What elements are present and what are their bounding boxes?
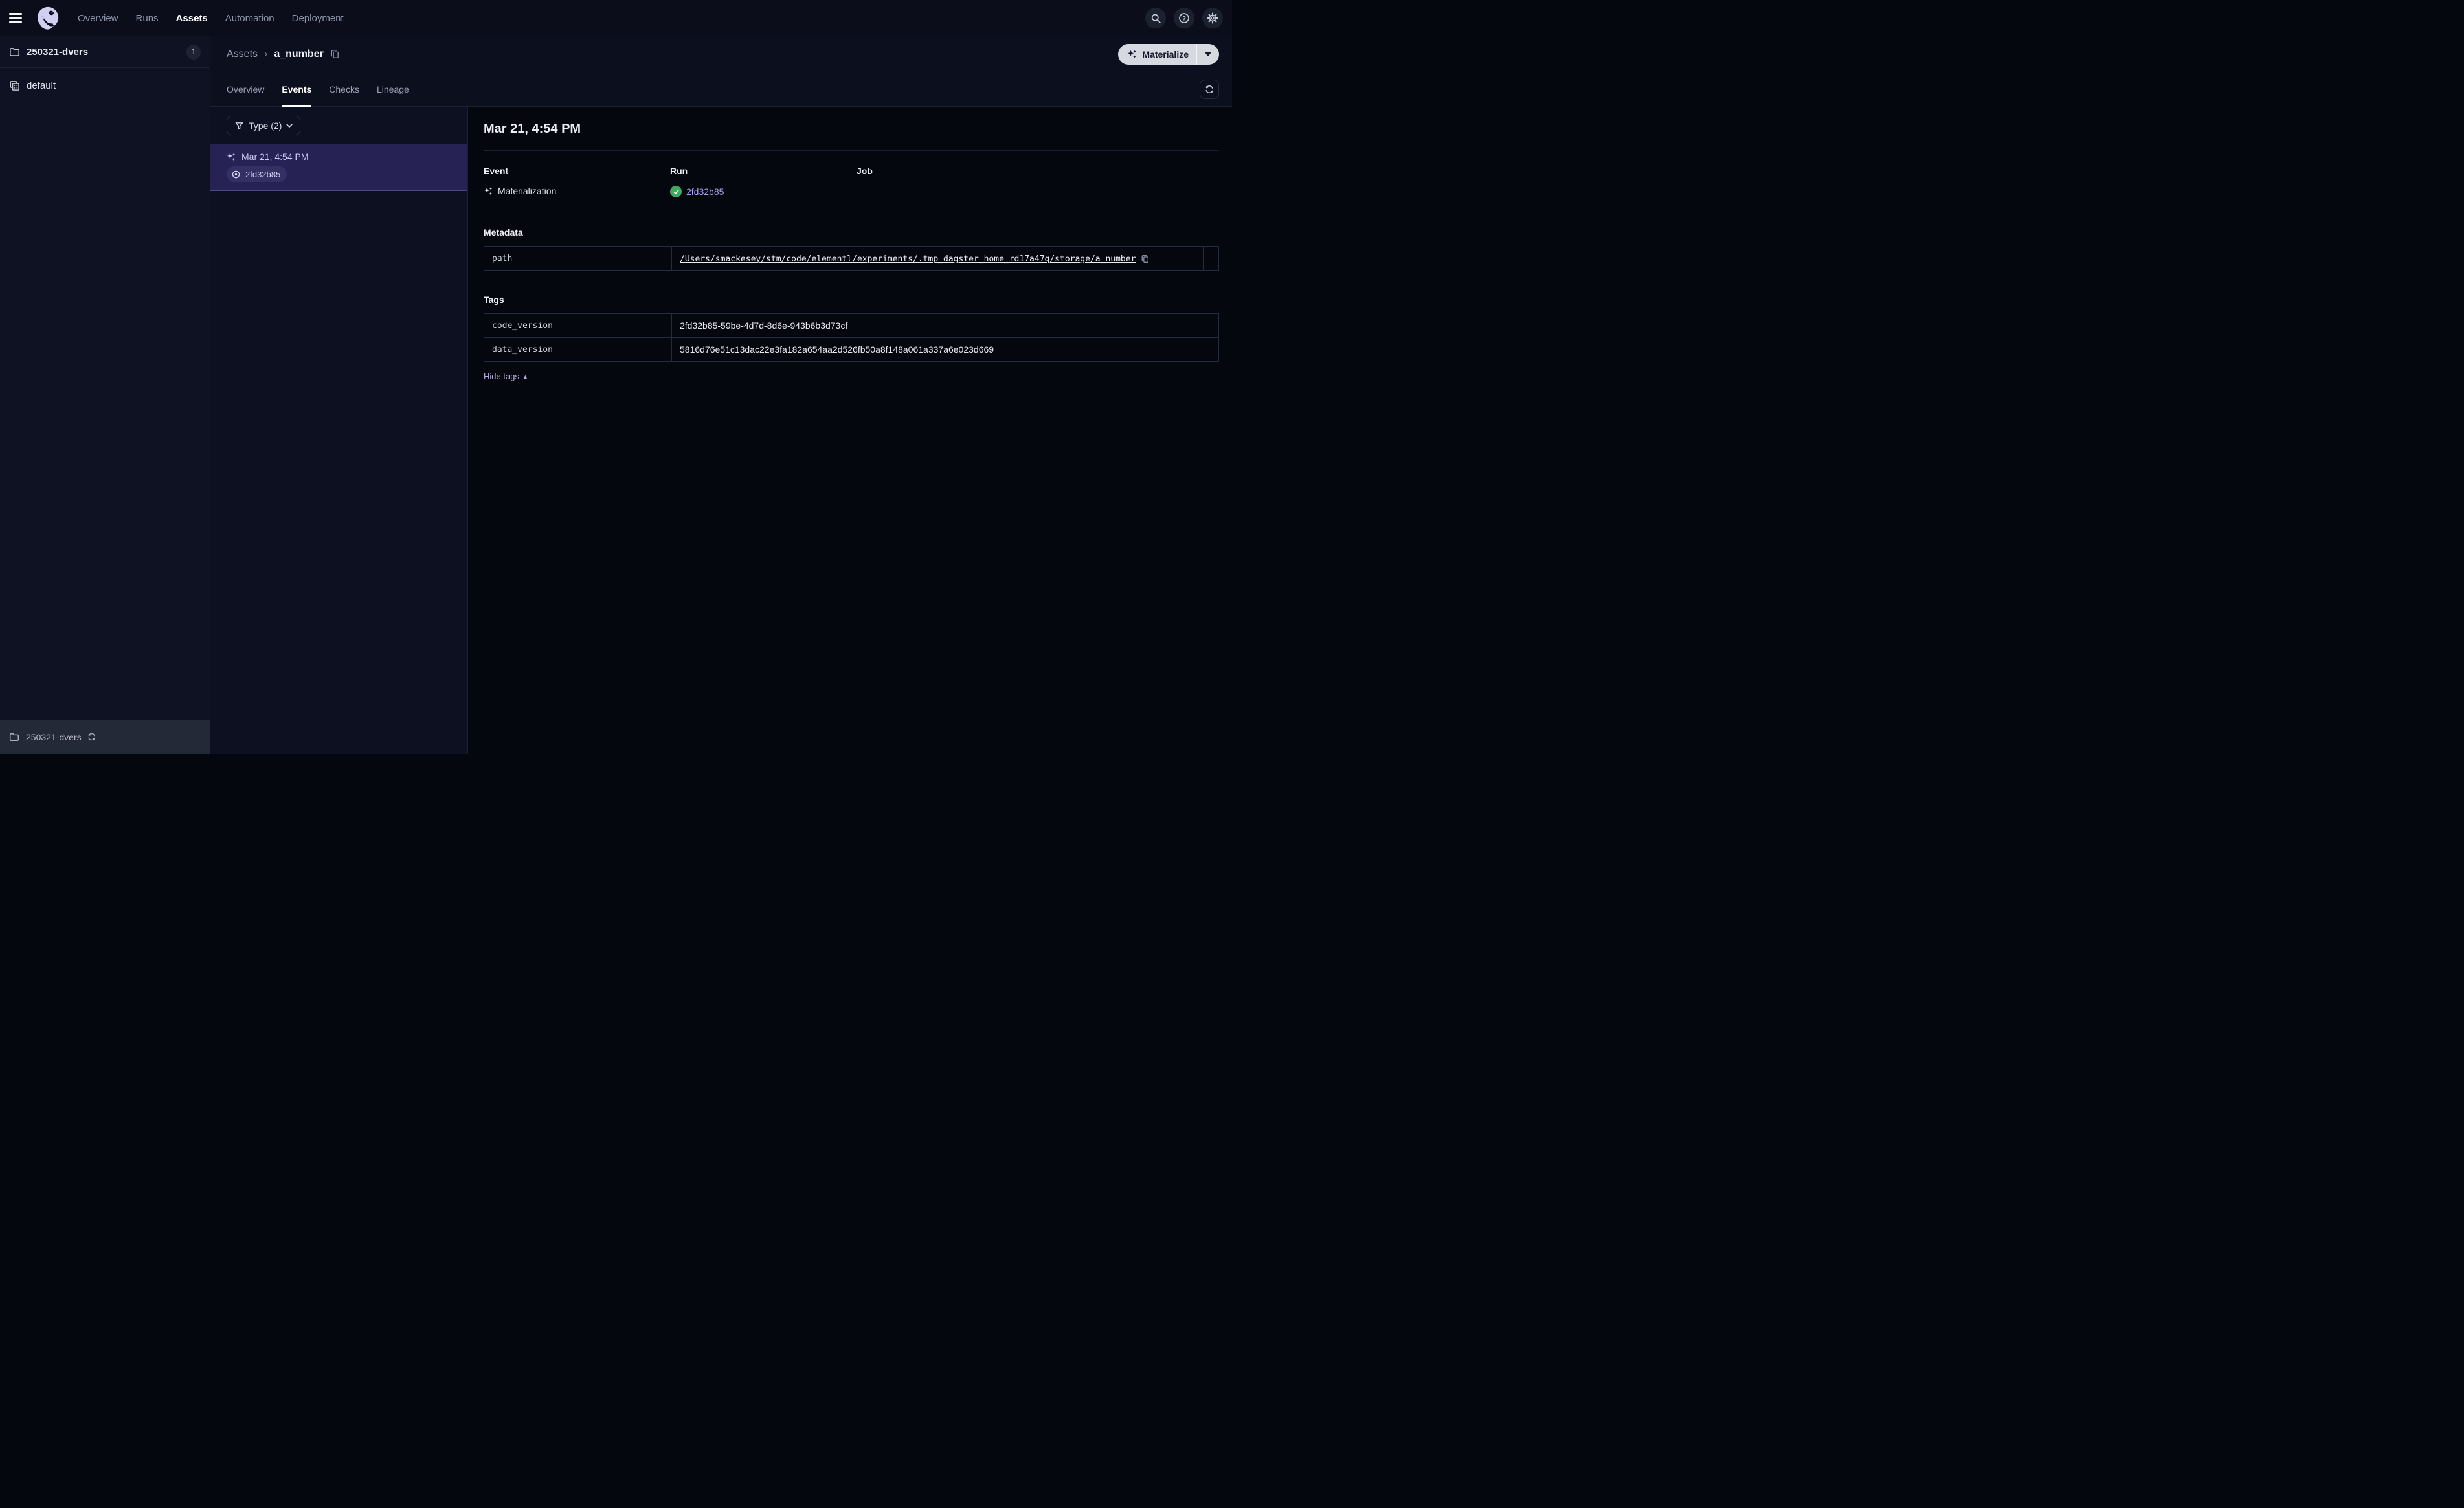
hide-tags-label: Hide tags (484, 371, 519, 381)
metadata-table: path /Users/smackesey/stm/code/elementl/… (484, 246, 1219, 271)
metadata-row-path: path /Users/smackesey/stm/code/elementl/… (484, 246, 1219, 271)
materialize-button[interactable]: Materialize (1118, 44, 1196, 65)
event-column: Event Materialization (484, 166, 670, 197)
tag-key: code_version (484, 313, 672, 338)
nav-item-deployment[interactable]: Deployment (292, 13, 344, 24)
materialization-sparkle-icon (1127, 49, 1137, 60)
sidebar-item-group[interactable]: 250321-dvers 1 (0, 36, 210, 68)
chevron-down-icon (286, 124, 293, 128)
copy-icon (330, 49, 340, 59)
job-column: Job — (857, 166, 1043, 197)
events-list-panel: Type (2) Mar 21, 4:54 PM 2fd32b85 (210, 107, 468, 754)
materialize-dropdown-button[interactable] (1196, 43, 1219, 65)
event-list-item-selected[interactable]: Mar 21, 4:54 PM 2fd32b85 (210, 144, 467, 191)
event-column-header: Event (484, 166, 509, 176)
primary-nav: Overview Runs Assets Automation Deployme… (78, 13, 344, 24)
tags-table: code_version 2fd32b85-59be-4d7d-8d6e-943… (484, 313, 1219, 362)
folder-icon (9, 732, 19, 742)
code-location-label: 250321-dvers (26, 731, 82, 742)
tag-value: 2fd32b85-59be-4d7d-8d6e-943b6b3d73cf (671, 313, 1219, 338)
nav-item-assets[interactable]: Assets (176, 13, 208, 24)
caret-down-icon (1205, 52, 1211, 56)
asset-count-badge: 1 (186, 44, 201, 60)
run-id-link[interactable]: 2fd32b85 (686, 186, 724, 197)
run-success-icon (670, 186, 682, 197)
gear-icon (1207, 12, 1218, 24)
event-type-value: Materialization (498, 186, 557, 196)
sidebar-default-label: default (27, 80, 56, 91)
job-value: — (857, 186, 866, 196)
repo-icon (9, 80, 20, 91)
event-run-id: 2fd32b85 (245, 169, 281, 179)
asset-tabs: Overview Events Checks Lineage (210, 72, 1232, 107)
run-column-header: Run (670, 166, 688, 176)
refresh-icon (1204, 84, 1215, 94)
hide-tags-link[interactable]: Hide tags ▲ (484, 371, 528, 381)
folder-icon (9, 47, 20, 58)
metadata-path-link[interactable]: /Users/smackesey/stm/code/elementl/exper… (680, 254, 1136, 264)
materialization-sparkle-icon (484, 186, 493, 196)
tab-events[interactable]: Events (282, 72, 311, 107)
nav-item-overview[interactable]: Overview (78, 13, 118, 24)
nav-item-automation[interactable]: Automation (225, 13, 274, 24)
event-timestamp: Mar 21, 4:54 PM (241, 151, 309, 162)
tag-value: 5816d76e51c13dac22e3fa182a654aa2d526fb50… (671, 337, 1219, 362)
asset-groups-sidebar: 250321-dvers 1 default 250321-dvers (0, 36, 210, 754)
hamburger-menu-icon[interactable] (9, 7, 31, 29)
type-filter-label: Type (2) (249, 120, 282, 131)
job-column-header: Job (857, 166, 873, 176)
page-title: a_number (274, 48, 324, 60)
settings-button[interactable] (1202, 8, 1223, 28)
refresh-icon (87, 732, 96, 742)
code-location-footer: 250321-dvers (0, 720, 210, 754)
breadcrumb-separator: › (264, 48, 268, 60)
tag-row-data-version: data_version 5816d76e51c13dac22e3fa182a6… (484, 337, 1219, 362)
tab-lineage[interactable]: Lineage (377, 72, 409, 106)
copy-asset-name-button[interactable] (330, 49, 340, 59)
svg-text:?: ? (1182, 15, 1186, 22)
sidebar-item-default[interactable]: default (0, 68, 210, 103)
search-button[interactable] (1145, 8, 1166, 28)
sidebar-group-label: 250321-dvers (27, 46, 89, 58)
search-icon (1150, 13, 1161, 24)
materialize-split-button: Materialize (1118, 43, 1219, 65)
help-icon: ? (1178, 12, 1190, 24)
nav-item-runs[interactable]: Runs (136, 13, 159, 24)
tags-heading: Tags (484, 294, 504, 305)
materialize-button-label: Materialize (1142, 49, 1189, 60)
run-target-icon (231, 170, 241, 179)
dagster-logo-icon[interactable] (36, 6, 61, 30)
breadcrumb: Assets › a_number Materialize (210, 36, 1232, 72)
tab-checks[interactable]: Checks (329, 72, 359, 106)
tag-key: data_version (484, 337, 672, 362)
refresh-events-button[interactable] (1200, 80, 1219, 99)
reload-location-button[interactable] (87, 732, 96, 742)
metadata-heading: Metadata (484, 227, 523, 238)
breadcrumb-assets-link[interactable]: Assets (227, 49, 258, 60)
type-filter-button[interactable]: Type (2) (227, 116, 301, 135)
copy-icon (1141, 254, 1150, 263)
tag-row-code-version: code_version 2fd32b85-59be-4d7d-8d6e-943… (484, 313, 1219, 338)
run-column: Run 2fd32b85 (670, 166, 857, 197)
top-nav: Overview Runs Assets Automation Deployme… (0, 0, 1232, 36)
copy-path-button[interactable] (1141, 254, 1150, 263)
event-detail-panel: Mar 21, 4:54 PM Event Materialization Ru… (468, 107, 1232, 754)
chevron-up-icon: ▲ (522, 373, 528, 380)
help-button[interactable]: ? (1174, 8, 1194, 28)
event-detail-title: Mar 21, 4:54 PM (484, 122, 581, 136)
materialization-sparkle-icon (227, 152, 236, 162)
filter-funnel-icon (234, 121, 244, 131)
event-run-pill[interactable]: 2fd32b85 (227, 166, 287, 182)
metadata-key: path (484, 246, 672, 271)
tab-overview[interactable]: Overview (227, 72, 264, 106)
